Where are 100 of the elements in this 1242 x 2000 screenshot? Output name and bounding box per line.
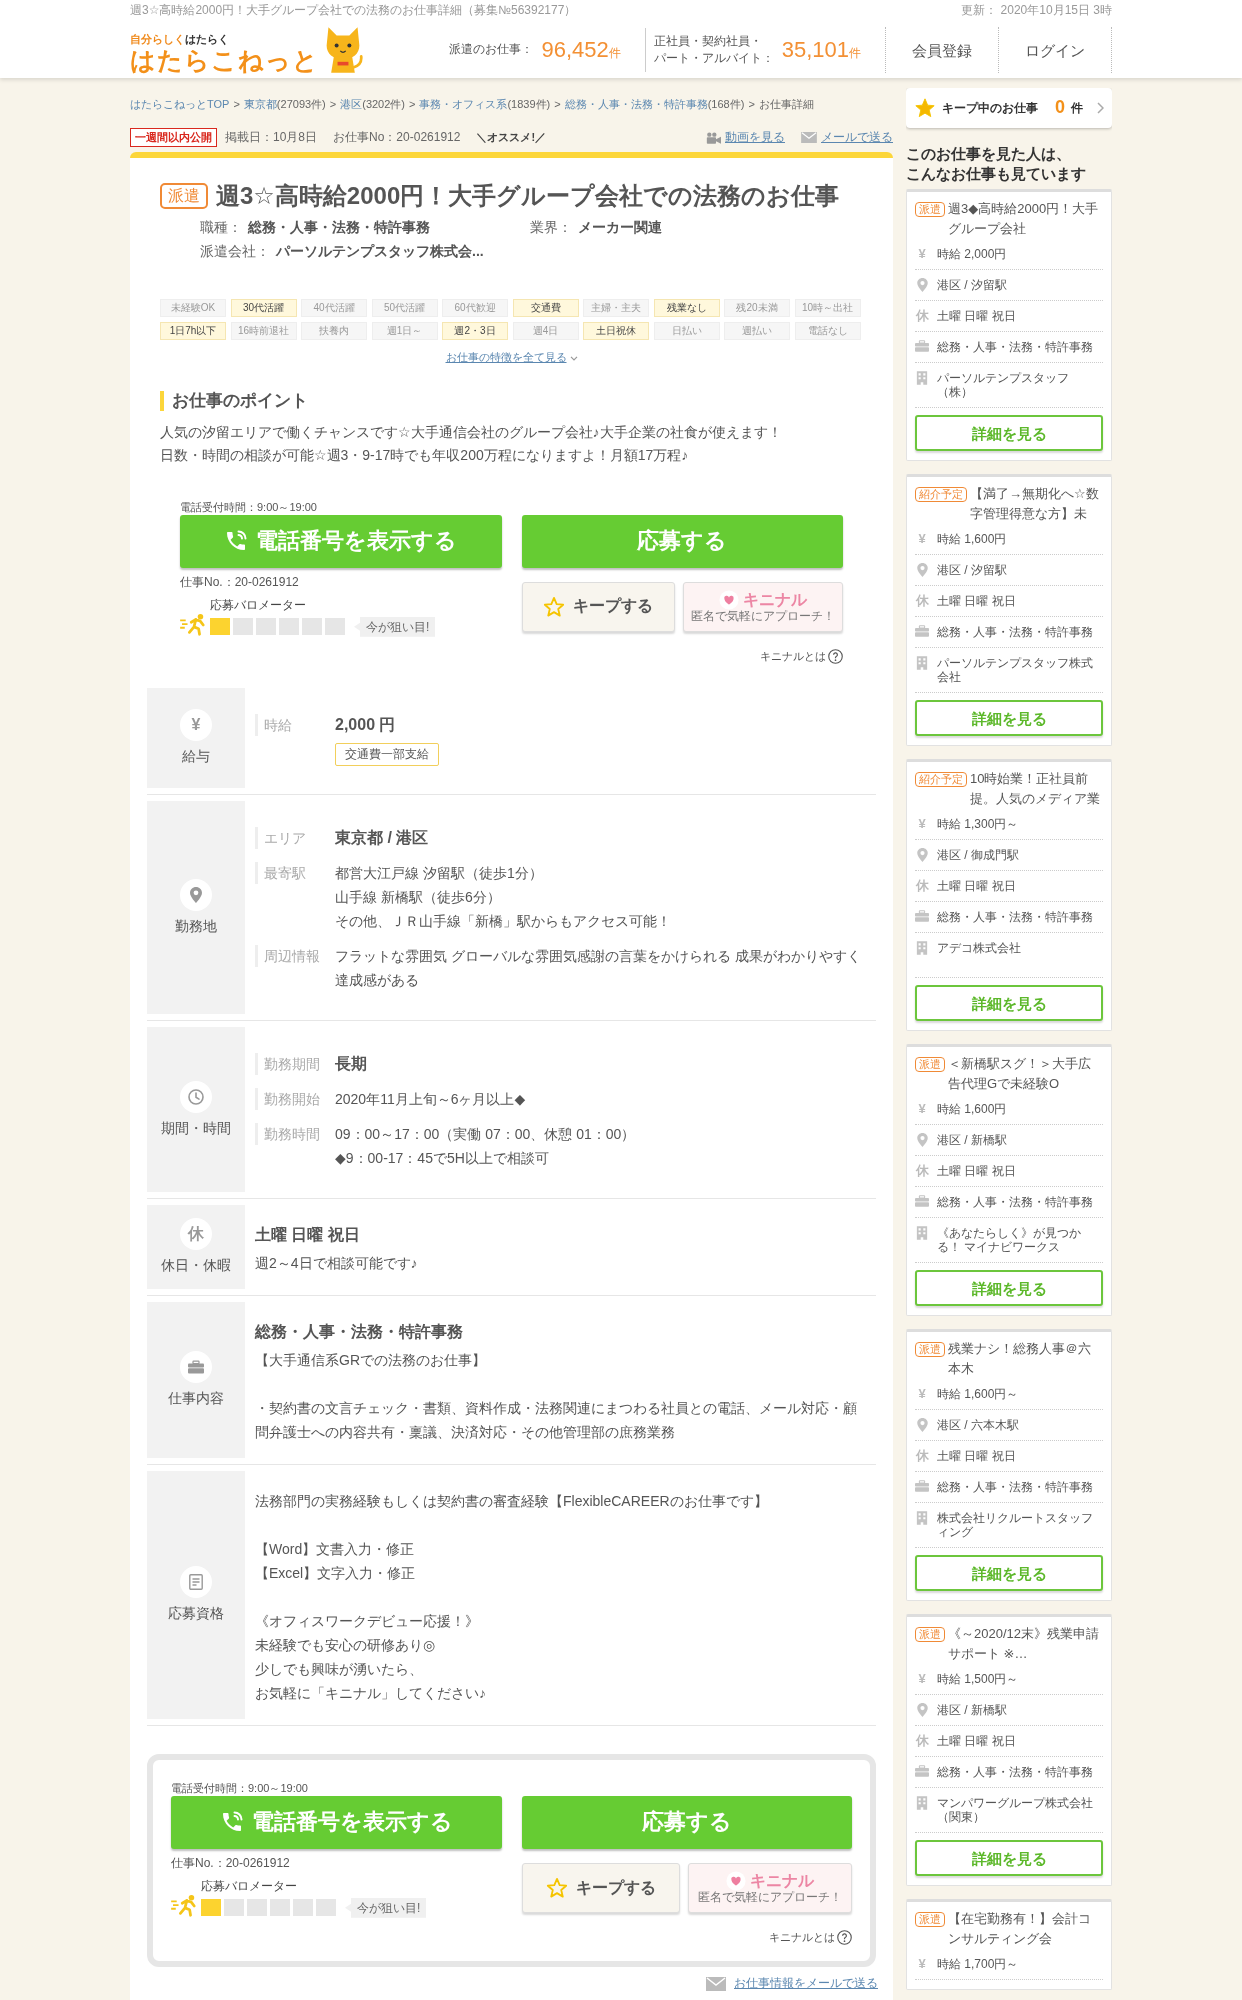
breadcrumb-separator: > [748, 98, 755, 110]
yen-icon: ¥ [915, 817, 929, 831]
job-category-text: 総務・人事・法務・特許事務 [937, 1195, 1093, 1209]
header-nav-link[interactable]: ログイン [998, 27, 1112, 73]
yen-icon: ¥ [915, 1387, 929, 1401]
job-title-link[interactable]: ＜新橋駅スグ！＞大手広告代理Gで未経験O [948, 1054, 1103, 1094]
detail-heading: 土曜 日曜 祝日 [255, 1224, 361, 1245]
job-title-link[interactable]: 10時始業！正社員前提。人気のメディア業 [970, 769, 1103, 809]
job-type-badge: 紹介予定 [915, 487, 967, 502]
yen-icon: ¥ [915, 247, 929, 261]
job-title-link[interactable]: 【満了→無期化へ☆数字管理得意な方】未 [970, 484, 1103, 524]
details-button[interactable]: 詳細を見る [915, 415, 1103, 451]
feature-tag: 主婦・主夫 [583, 299, 649, 318]
salary-text: 時給 1,300円～ [937, 817, 1019, 831]
breadcrumb-item[interactable]: 事務・オフィス系 [419, 98, 508, 110]
job-type-badge: 派遣 [915, 202, 945, 217]
building-icon [916, 941, 928, 955]
pin-icon [916, 848, 928, 862]
help-icon [828, 648, 843, 664]
breadcrumb-item[interactable]: 東京都 [243, 98, 277, 110]
holiday-mark-icon: 休 [915, 879, 929, 893]
barometer-label: 応募バロメーター [210, 597, 307, 613]
job-title-link[interactable]: 《～2020/12末》残業申請サポート ※… [948, 1624, 1103, 1664]
detail-text: 未経験でも安心の研修あり◎ [255, 1635, 437, 1655]
field-label: 職種： [200, 219, 242, 236]
location-text: 港区 / 汐留駅 [937, 563, 1007, 577]
details-button[interactable]: 詳細を見る [915, 1840, 1103, 1876]
breadcrumb-separator: > [554, 98, 561, 110]
breadcrumb-count: (3202件) [362, 98, 405, 110]
yen-icon: ¥ [915, 1672, 929, 1686]
breadcrumb-item[interactable]: はたらこねっとTOP [130, 98, 230, 110]
location-text: 港区 / 新橋駅 [937, 1133, 1007, 1147]
detail-text: 【大手通信系GRでの法務のお仕事】 [255, 1350, 487, 1370]
points-text: 日数・時間の相談が可能☆週3・9-17時でも年収200万程になりますよ！月額17万程♪ [160, 445, 690, 465]
kininal-help-link[interactable]: キニナルとは [760, 648, 843, 664]
chevron-right-icon [1097, 102, 1104, 114]
pin-icon [916, 278, 928, 292]
keep-button[interactable]: キープする [521, 581, 676, 632]
holidays-text: 土曜 日曜 祝日 [937, 309, 1016, 323]
pin-icon [180, 878, 212, 911]
details-button[interactable]: 詳細を見る [915, 1555, 1103, 1591]
breadcrumb-item[interactable]: 総務・人事・法務・特許事務 [564, 98, 708, 110]
yen-icon: ¥ [915, 532, 929, 546]
job-type-badge: 紹介予定 [915, 772, 967, 787]
detail-text: 少しでも興味が湧いたら、 [255, 1659, 424, 1679]
job-title-link[interactable]: 残業ナシ！総務人事＠六本木 [948, 1339, 1103, 1379]
yen-icon: ¥ [180, 709, 212, 742]
barometer-tip: 今が狙い目! [354, 616, 436, 637]
salary-text: 時給 1,700円～ [937, 1957, 1019, 1971]
location-text: 港区 / 汐留駅 [937, 278, 1007, 292]
job-number: 仕事No.：20-0261912 [171, 1854, 291, 1871]
logo-text[interactable]: はたらこねっと [130, 46, 319, 75]
feature-tag: 10時～出社 [794, 299, 861, 318]
star-icon [545, 1876, 568, 1899]
section-label: 仕事内容 [168, 1389, 224, 1408]
breadcrumb-separator: > [329, 98, 337, 110]
job-category-text: 総務・人事・法務・特許事務 [937, 1480, 1093, 1494]
section-label: 勤務地 [175, 916, 217, 936]
related-jobs-heading: このお仕事を見た人は、 [906, 144, 1072, 164]
briefcase-icon [915, 340, 929, 352]
detail-value: 都営大江戸線 汐留駅（徒歩1分） [335, 863, 544, 883]
holiday-mark-icon: 休 [915, 309, 929, 323]
details-button[interactable]: 詳細を見る [915, 1270, 1103, 1306]
holiday-mark-icon: 休 [180, 1218, 212, 1250]
yen-icon: ¥ [915, 1102, 929, 1116]
briefcase-icon [915, 1480, 929, 1492]
header-nav-link[interactable]: 会員登録 [885, 27, 998, 73]
kininal-button[interactable]: キニナル 匿名で気軽にアプローチ！ [687, 1862, 852, 1913]
briefcase-icon [915, 1765, 929, 1777]
building-icon [916, 1226, 928, 1240]
holiday-mark-icon: 休 [915, 594, 929, 608]
breadcrumb-item: お仕事詳細 [758, 98, 814, 110]
detail-text: 法務部門の実務経験もしくは契約書の審査経験【FlexibleCAREERのお仕事です】 [255, 1491, 769, 1511]
job-number: お仕事No：20-0261912 [333, 129, 461, 146]
breadcrumb-item[interactable]: 港区 [340, 98, 363, 110]
salary-text: 時給 1,600円 [937, 1102, 1007, 1116]
details-button[interactable]: 詳細を見る [915, 985, 1103, 1021]
detail-value: 2020年11月上旬～6ヶ月以上◆ [335, 1089, 527, 1109]
detail-value: 2,000 円 [335, 715, 397, 735]
job-category-text: 総務・人事・法務・特許事務 [937, 625, 1093, 639]
company-name: 株式会社リクルートスタッフィング [937, 1511, 1094, 1539]
details-button[interactable]: 詳細を見る [915, 700, 1103, 736]
job-title-link[interactable]: 週3◆高時給2000円！大手グループ会社 [948, 199, 1103, 239]
kininal-help-link[interactable]: キニナルとは [769, 1929, 852, 1946]
job-type-badge: 派遣 [915, 1627, 945, 1642]
star-icon [914, 97, 936, 119]
recommend-text: ＼オススメ!／ [476, 129, 547, 145]
detail-value: 山手線 新橋駅（徒歩6分） [335, 887, 502, 907]
kept-jobs-button[interactable]: キープ中のお仕事 0 件 [906, 88, 1112, 128]
job-title-link[interactable]: 【在宅勤務有！】会計コンサルティング会 [948, 1909, 1103, 1949]
new-listing-badge: 一週間以内公開 [130, 128, 217, 148]
detail-value: 東京都 / 港区 [335, 827, 430, 848]
mail-link[interactable]: メールで送る [801, 129, 893, 146]
kininal-button[interactable]: キニナル 匿名で気軽にアプローチ！ [683, 581, 843, 632]
detail-label: 勤務開始 [255, 1087, 335, 1110]
detail-label: 周辺情報 [255, 944, 335, 967]
keep-button[interactable]: キープする [521, 1862, 680, 1913]
detail-text: 《オフィスワークデビュー応援！》 [255, 1611, 480, 1631]
salary-text: 時給 1,600円～ [937, 1387, 1019, 1401]
feature-tag: 60代歓迎 [442, 299, 508, 318]
